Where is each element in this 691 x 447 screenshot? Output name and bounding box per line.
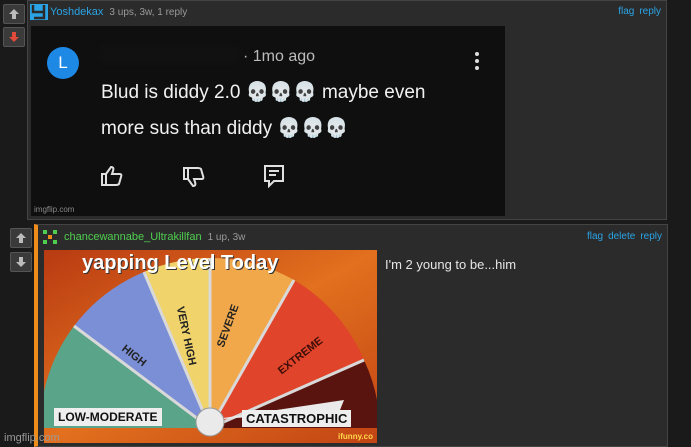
flag-link[interactable]: flag <box>618 6 634 17</box>
meme-watermark: ifunny.co <box>338 432 373 441</box>
arrow-down-icon <box>9 32 19 42</box>
footer-watermark: imgflip.com <box>4 432 60 444</box>
comment-image[interactable]: L · 1mo ago Blud is diddy 2.0 💀💀💀 maybe … <box>31 26 505 216</box>
username[interactable]: Yoshdekax <box>50 6 103 18</box>
yt-avatar: L <box>47 47 79 79</box>
thumbs-down-icon <box>183 167 205 188</box>
more-icon <box>475 52 479 70</box>
downvote-button[interactable] <box>10 252 32 272</box>
comment-1: Yoshdekax 3 ups, 3w, 1 reply flag reply … <box>27 0 667 220</box>
arrow-up-icon <box>9 9 19 19</box>
meter-label-low-moderate: LOW-MODERATE <box>54 408 162 426</box>
comment-image[interactable]: yapping Level Today LOW-MODERATE HIGH VE… <box>44 250 377 443</box>
upvote-button[interactable] <box>10 228 32 248</box>
meter-label-catastrophic: CATASTROPHIC <box>242 410 352 427</box>
comment-text: I'm 2 young to be...him <box>385 257 517 272</box>
user-avatar-icon[interactable] <box>42 229 58 245</box>
comment-2: chancewannabe_Ultrakillfan 1 up, 3w flag… <box>34 224 668 447</box>
user-avatar-icon[interactable] <box>30 4 48 20</box>
comment-meta: 3 ups, 3w, 1 reply <box>109 6 188 18</box>
redacted-username <box>99 44 241 64</box>
reply-link[interactable]: reply <box>639 6 661 17</box>
comment-meta: 1 up, 3w <box>207 231 246 243</box>
flag-link[interactable]: flag <box>587 231 603 242</box>
arrow-down-icon <box>16 257 26 267</box>
reply-link[interactable]: reply <box>640 231 662 242</box>
reply-comment-icon <box>264 165 284 188</box>
upvote-button[interactable] <box>3 4 25 24</box>
yt-comment-line-1: Blud is diddy 2.0 💀💀💀 maybe even <box>101 82 426 103</box>
username[interactable]: chancewannabe_Ultrakillfan <box>64 231 202 243</box>
comment-actions: flag reply <box>618 6 661 17</box>
meme-title: yapping Level Today <box>82 252 279 274</box>
arrow-up-icon <box>16 233 26 243</box>
delete-link[interactable]: delete <box>608 231 635 242</box>
downvote-button[interactable] <box>3 27 25 47</box>
comment-header: Yoshdekax 3 ups, 3w, 1 reply <box>30 4 187 20</box>
yt-time: · 1mo ago <box>243 48 316 65</box>
yt-comment-line-2: more sus than diddy 💀💀💀 <box>101 118 349 139</box>
thumbs-up-icon <box>101 165 123 186</box>
image-watermark: imgflip.com <box>34 205 75 214</box>
comment-header: chancewannabe_Ultrakillfan 1 up, 3w <box>42 229 245 245</box>
comment-actions: flag delete reply <box>587 231 662 242</box>
